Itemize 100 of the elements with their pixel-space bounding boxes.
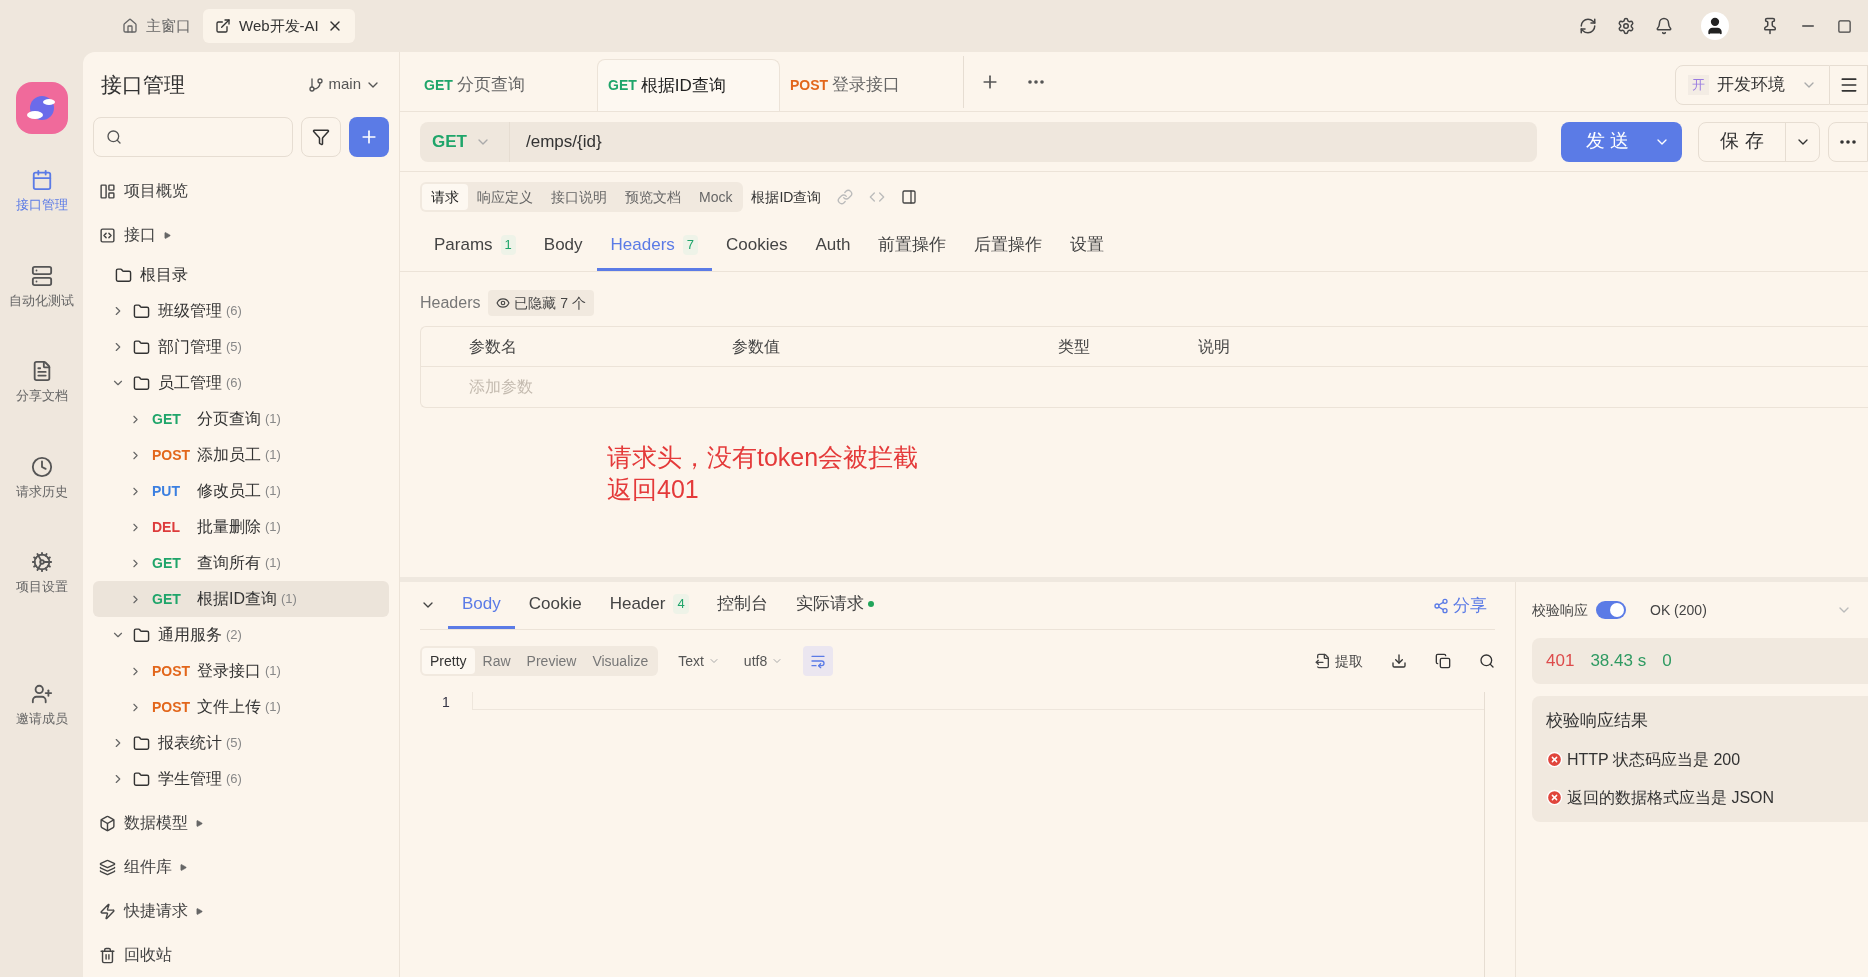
search-field[interactable] (93, 117, 293, 157)
param-tab[interactable]: Auth (801, 222, 865, 271)
maximize-icon[interactable] (1837, 18, 1852, 34)
param-tab[interactable]: Headers 7 (596, 222, 713, 271)
download-icon[interactable] (1391, 653, 1407, 669)
home-icon (122, 18, 138, 34)
more-icon[interactable] (1028, 79, 1044, 84)
wrap-toggle[interactable] (803, 646, 834, 676)
endpoint-item[interactable]: GET 分页查询 (1) (93, 401, 389, 437)
param-tab[interactable]: 后置操作 (960, 222, 1057, 271)
format-tab[interactable]: Raw (474, 648, 519, 674)
trash-icon (99, 946, 116, 964)
folder-item[interactable]: 部门管理 (5) (93, 329, 389, 365)
folder-item[interactable]: 班级管理 (6) (93, 293, 389, 329)
param-tab[interactable]: Cookies (712, 222, 802, 271)
add-button[interactable] (349, 117, 389, 157)
send-button[interactable]: 发 送 (1561, 121, 1682, 162)
share-link[interactable]: 分享 (1433, 582, 1487, 629)
result-item: HTTP 状态码应当是 200 (1567, 749, 1741, 770)
column-header: 参数名 (468, 336, 518, 357)
rail-item[interactable]: 请求历史 (15, 455, 68, 501)
endpoint-item[interactable]: POST 登录接口 (1) (93, 653, 389, 689)
folder-item[interactable]: 学生管理 (6) (93, 761, 389, 797)
expected-response[interactable]: OK (200) (1650, 599, 1707, 621)
endpoint-item[interactable]: PUT 修改员工 (1) (93, 473, 389, 509)
tree-item[interactable]: 根目录 (93, 257, 389, 293)
refresh-icon[interactable] (1579, 17, 1597, 35)
sidebar-item[interactable]: 回收站 (93, 933, 389, 977)
param-tab[interactable]: 设置 (1056, 222, 1119, 271)
window-tab[interactable]: 主窗口 (110, 9, 203, 43)
rail-item[interactable]: 自动化测试 (9, 264, 74, 310)
param-tab[interactable]: Body (529, 222, 597, 271)
extract-button[interactable]: 提取 (1315, 650, 1363, 672)
response-tab[interactable]: Header 4 (595, 582, 703, 629)
endpoint-item[interactable]: GET 查询所有 (1) (93, 545, 389, 581)
param-tab[interactable]: Params 1 (420, 222, 530, 271)
sidebar-title: 接口管理 (101, 71, 185, 98)
expand-arrow-icon (196, 907, 203, 915)
response-tab[interactable]: 实际请求 (781, 582, 888, 629)
folder-item[interactable]: 报表统计 (5) (93, 725, 389, 761)
copy-icon[interactable] (1435, 653, 1451, 669)
annotation-text: 请求头，没有token会被拦截 返回401 (607, 442, 919, 505)
request-tab[interactable]: GET 根据ID查询 (597, 59, 780, 111)
calendar-icon (30, 169, 53, 191)
folder-item[interactable]: 员工管理 (6) (93, 365, 389, 401)
endpoint-item[interactable]: POST 文件上传 (1) (93, 689, 389, 725)
save-button[interactable]: 保 存 (1698, 121, 1820, 162)
sidebar-item[interactable]: 快捷请求 (93, 889, 389, 933)
settings-icon[interactable] (1617, 17, 1635, 35)
search-icon[interactable] (1479, 653, 1495, 669)
menu-button[interactable] (1830, 65, 1868, 105)
format-tab[interactable]: Preview (518, 648, 585, 674)
branch-selector[interactable]: main (308, 73, 381, 96)
format-tab[interactable]: Pretty (422, 648, 475, 674)
app-logo (15, 82, 68, 134)
response-tab[interactable]: 控制台 (702, 582, 782, 629)
response-tab[interactable]: Body (448, 582, 515, 629)
type-select[interactable]: Text (678, 650, 720, 672)
view-tab[interactable]: Mock (690, 184, 742, 210)
bell-icon[interactable] (1655, 17, 1673, 35)
encoding-select[interactable]: utf8 (743, 650, 784, 672)
more-button[interactable] (1828, 121, 1868, 162)
endpoint-item[interactable]: GET 根据ID查询 (1) (93, 581, 389, 617)
response-size: 0 (1662, 650, 1672, 673)
sidebar-item[interactable]: 数据模型 (93, 801, 389, 845)
sidebar-item[interactable]: 接口 (93, 213, 389, 257)
view-tab[interactable]: 预览文档 (616, 184, 690, 210)
window-tab[interactable]: Web开发-AI (203, 9, 355, 43)
rail-item[interactable]: 分享文档 (15, 360, 68, 406)
avatar[interactable] (1701, 12, 1729, 40)
view-tab[interactable]: 请求 (422, 184, 468, 210)
wrap-icon (810, 653, 827, 669)
request-tab[interactable]: GET 分页查询 (414, 59, 597, 111)
clock-icon (30, 455, 53, 478)
branch-icon (308, 76, 325, 93)
format-tab[interactable]: Visualize (584, 648, 657, 674)
rail-item[interactable]: 邀请成员 (15, 682, 68, 728)
validate-switch[interactable] (1596, 601, 1626, 619)
view-tab[interactable]: 接口说明 (542, 184, 616, 210)
url-field[interactable]: GET /emps/{id} (420, 121, 1537, 162)
folder-icon (133, 374, 150, 392)
hidden-headers-badge[interactable]: 已隐藏 7 个 (488, 290, 595, 316)
rail-item[interactable]: 项目设置 (15, 551, 68, 597)
headers-table[interactable]: 参数名 参数值 类型 说明 添加参数 (420, 326, 1868, 408)
sidebar-item[interactable]: 项目概览 (93, 169, 389, 213)
extract-icon (1315, 653, 1331, 669)
param-tab[interactable]: 前置操作 (864, 222, 961, 271)
response-tab[interactable]: Cookie (514, 582, 596, 629)
endpoint-item[interactable]: DEL 批量删除 (1) (93, 509, 389, 545)
environment-selector[interactable]: 开 开发环境 (1675, 65, 1830, 105)
filter-button[interactable] (301, 117, 341, 157)
share-icon (1433, 597, 1449, 614)
endpoint-item[interactable]: POST 添加员工 (1) (93, 437, 389, 473)
sidebar-item[interactable]: 组件库 (93, 845, 389, 889)
request-tab[interactable]: POST 登录接口 (780, 59, 963, 111)
panel-icon[interactable] (901, 189, 918, 205)
pin-icon[interactable] (1761, 17, 1779, 35)
view-tab[interactable]: 响应定义 (468, 184, 542, 210)
add-parameter-field[interactable]: 添加参数 (421, 367, 1868, 407)
folder-item[interactable]: 通用服务 (2) (93, 617, 389, 653)
